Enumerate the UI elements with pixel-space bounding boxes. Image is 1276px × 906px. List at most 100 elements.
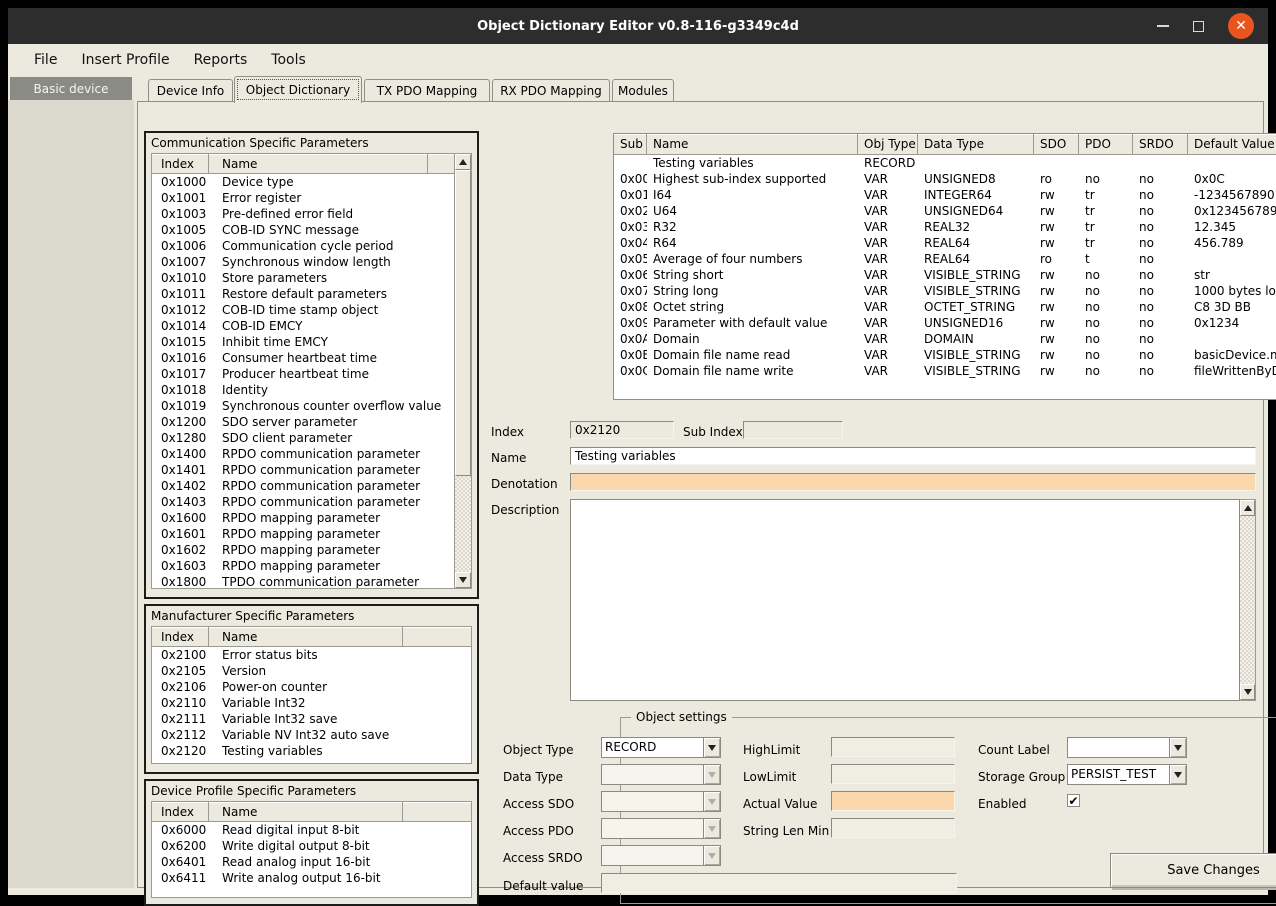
close-icon[interactable]: ✕: [1228, 13, 1254, 39]
list-item[interactable]: 0x1015Inhibit time EMCY: [152, 334, 454, 350]
column-header-srdo[interactable]: SRDO: [1133, 134, 1188, 154]
list-item[interactable]: 0x6411Write analog output 16-bit: [152, 870, 471, 886]
menu-item[interactable]: File: [22, 47, 69, 73]
menu-item[interactable]: Reports: [182, 47, 260, 73]
list-item[interactable]: 0x1403RPDO communication parameter: [152, 494, 454, 510]
list-item[interactable]: 0x1011Restore default parameters: [152, 286, 454, 302]
column-header-name[interactable]: Name: [209, 627, 403, 646]
name-field[interactable]: Testing variables: [570, 447, 1256, 465]
list-item[interactable]: 0x1401RPDO communication parameter: [152, 462, 454, 478]
column-header-index[interactable]: Index: [152, 802, 209, 821]
communication-scrollbar[interactable]: [454, 154, 471, 588]
column-header-data-type[interactable]: Data Type: [918, 134, 1034, 154]
table-row[interactable]: 0x04 R64 VAR REAL64 rw tr no 456.789: [614, 235, 1276, 251]
list-item[interactable]: 0x1014COB-ID EMCY: [152, 318, 454, 334]
column-header-pdo[interactable]: PDO: [1079, 134, 1133, 154]
list-item[interactable]: 0x2110Variable Int32: [152, 695, 471, 711]
object-type-combobox[interactable]: RECORD: [601, 737, 721, 758]
list-item[interactable]: 0x1019Synchronous counter overflow value: [152, 398, 454, 414]
table-row[interactable]: 0x07 String long VAR VISIBLE_STRING rw n…: [614, 283, 1276, 299]
column-header-index[interactable]: Index: [152, 627, 209, 646]
count-label-combobox[interactable]: [1067, 737, 1187, 758]
save-changes-button[interactable]: Save Changes: [1110, 853, 1276, 888]
column-header-name[interactable]: Name: [647, 134, 858, 154]
chevron-down-icon[interactable]: [1169, 765, 1186, 784]
list-item[interactable]: 0x1602RPDO mapping parameter: [152, 542, 454, 558]
description-field[interactable]: [570, 499, 1240, 701]
actual-value-field[interactable]: [831, 791, 955, 811]
table-row[interactable]: Testing variables RECORD: [614, 155, 1276, 171]
list-item[interactable]: 0x2100Error status bits: [152, 647, 471, 663]
scroll-up-icon[interactable]: [455, 154, 471, 170]
list-item[interactable]: 0x1007Synchronous window length: [152, 254, 454, 270]
list-item[interactable]: 0x1200SDO server parameter: [152, 414, 454, 430]
list-item[interactable]: 0x1017Producer heartbeat time: [152, 366, 454, 382]
list-item[interactable]: 0x2106Power-on counter: [152, 679, 471, 695]
sidebar-item-basic-device[interactable]: Basic device: [10, 77, 132, 100]
chevron-down-icon[interactable]: [703, 738, 720, 757]
table-row[interactable]: 0x05 Average of four numbers VAR REAL64 …: [614, 251, 1276, 267]
list-item[interactable]: 0x1600RPDO mapping parameter: [152, 510, 454, 526]
scroll-down-icon[interactable]: [1240, 684, 1255, 700]
list-item[interactable]: 0x1012COB-ID time stamp object: [152, 302, 454, 318]
list-item[interactable]: 0x1016Consumer heartbeat time: [152, 350, 454, 366]
list-item[interactable]: 0x1010Store parameters: [152, 270, 454, 286]
column-header-sub[interactable]: Sub: [614, 134, 647, 154]
tab-device-info[interactable]: Device Info: [148, 79, 233, 102]
scrollbar-thumb[interactable]: [455, 170, 471, 476]
table-row[interactable]: 0x06 String short VAR VISIBLE_STRING rw …: [614, 267, 1276, 283]
column-header-obj-type[interactable]: Obj Type: [858, 134, 918, 154]
list-item[interactable]: 0x2105Version: [152, 663, 471, 679]
table-row[interactable]: 0x0A Domain VAR DOMAIN rw no no: [614, 331, 1276, 347]
enabled-checkbox[interactable]: ✔: [1067, 794, 1080, 807]
tab-object-dictionary[interactable]: Object Dictionary: [234, 76, 362, 103]
list-item[interactable]: 0x1001Error register: [152, 190, 454, 206]
tab-modules[interactable]: Modules: [612, 79, 674, 102]
scrollbar-track[interactable]: [455, 170, 471, 572]
table-row[interactable]: 0x09 Parameter with default value VAR UN…: [614, 315, 1276, 331]
index-field[interactable]: 0x2120: [570, 421, 674, 439]
maximize-icon[interactable]: [1193, 21, 1204, 32]
minimize-icon[interactable]: [1157, 25, 1169, 27]
description-scrollbar[interactable]: [1240, 499, 1256, 701]
column-header-default-value[interactable]: Default Value: [1188, 134, 1276, 154]
scroll-down-icon[interactable]: [455, 572, 471, 588]
table-row[interactable]: 0x01 I64 VAR INTEGER64 rw tr no -1234567…: [614, 187, 1276, 203]
table-row[interactable]: 0x02 U64 VAR UNSIGNED64 rw tr no 0x12345…: [614, 203, 1276, 219]
list-item[interactable]: 0x6000Read digital input 8-bit: [152, 822, 471, 838]
list-item[interactable]: 0x1280SDO client parameter: [152, 430, 454, 446]
tab-tx-pdo-mapping[interactable]: TX PDO Mapping: [364, 79, 490, 102]
list-item[interactable]: 0x1005COB-ID SYNC message: [152, 222, 454, 238]
column-header-sdo[interactable]: SDO: [1034, 134, 1079, 154]
list-item[interactable]: 0x1603RPDO mapping parameter: [152, 558, 454, 574]
storage-group-combobox[interactable]: PERSIST_TEST: [1067, 764, 1187, 785]
denotation-field[interactable]: [570, 473, 1256, 491]
list-item[interactable]: 0x2120Testing variables: [152, 743, 471, 759]
list-item[interactable]: 0x1000Device type: [152, 174, 454, 190]
list-item[interactable]: 0x1400RPDO communication parameter: [152, 446, 454, 462]
table-row[interactable]: 0x08 Octet string VAR OCTET_STRING rw no…: [614, 299, 1276, 315]
table-row[interactable]: 0x00 Highest sub-index supported VAR UNS…: [614, 171, 1276, 187]
list-item[interactable]: 0x6401Read analog input 16-bit: [152, 854, 471, 870]
list-item[interactable]: 0x1800TPDO communication parameter: [152, 574, 454, 588]
list-item[interactable]: 0x1006Communication cycle period: [152, 238, 454, 254]
table-row[interactable]: 0x0C Domain file name write VAR VISIBLE_…: [614, 363, 1276, 379]
list-item[interactable]: 0x1601RPDO mapping parameter: [152, 526, 454, 542]
table-row[interactable]: 0x0B Domain file name read VAR VISIBLE_S…: [614, 347, 1276, 363]
list-item[interactable]: 0x1018Identity: [152, 382, 454, 398]
column-header-name[interactable]: Name: [209, 802, 403, 821]
list-item[interactable]: 0x6200Write digital output 8-bit: [152, 838, 471, 854]
list-item[interactable]: 0x2112Variable NV Int32 auto save: [152, 727, 471, 743]
tab-rx-pdo-mapping[interactable]: RX PDO Mapping: [492, 79, 610, 102]
column-header-name[interactable]: Name: [209, 154, 428, 173]
scrollbar-track[interactable]: [1240, 516, 1255, 684]
column-header-index[interactable]: Index: [152, 154, 209, 173]
list-item[interactable]: 0x1003Pre-defined error field: [152, 206, 454, 222]
list-item[interactable]: 0x1402RPDO communication parameter: [152, 478, 454, 494]
menu-item[interactable]: Insert Profile: [69, 47, 181, 73]
menu-item[interactable]: Tools: [259, 47, 318, 73]
chevron-down-icon[interactable]: [1169, 738, 1186, 757]
scroll-up-icon[interactable]: [1240, 500, 1255, 516]
sub-index-field[interactable]: [743, 421, 843, 439]
table-row[interactable]: 0x03 R32 VAR REAL32 rw tr no 12.345: [614, 219, 1276, 235]
